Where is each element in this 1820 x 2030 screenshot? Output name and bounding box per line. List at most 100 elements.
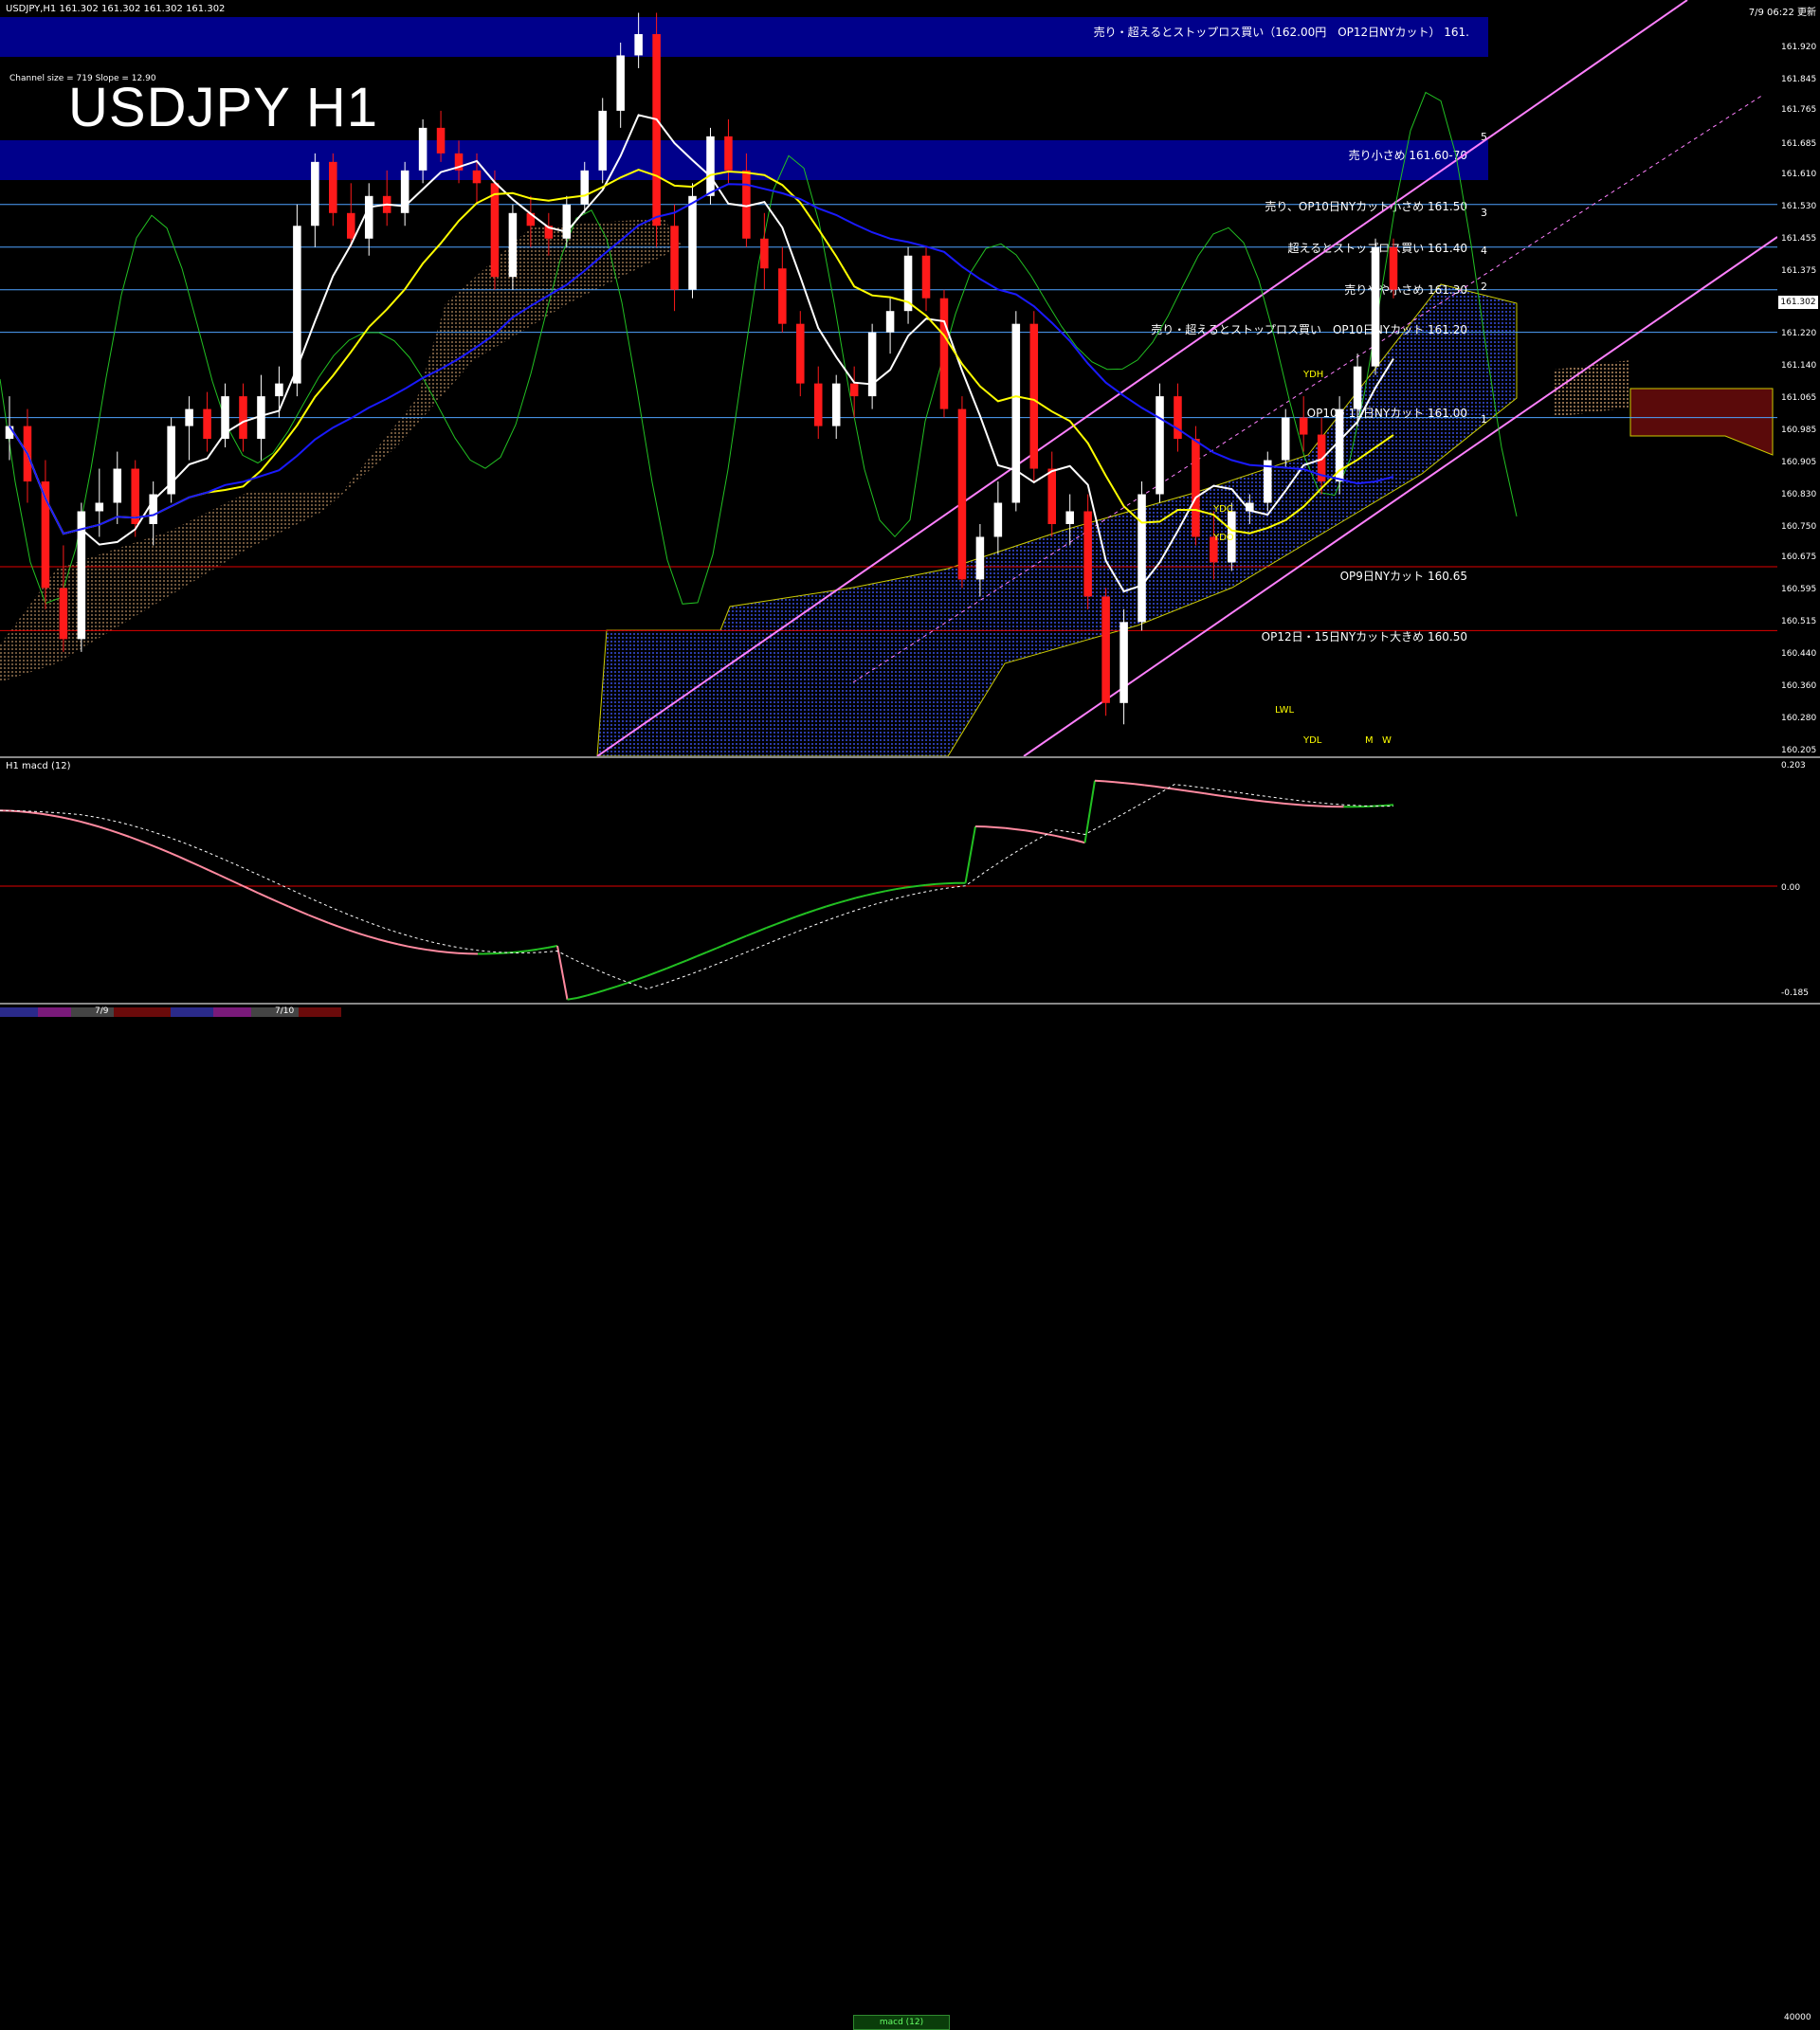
price-tick-label: 160.830	[1781, 490, 1816, 499]
macd-line-segment	[787, 916, 797, 920]
candle-body	[96, 503, 104, 512]
candle-body	[437, 128, 446, 154]
macd-line-segment	[130, 837, 140, 841]
macd-line-segment	[807, 910, 817, 914]
macd-line-segment	[170, 853, 180, 858]
macd-line-segment	[886, 889, 897, 891]
macd-line-segment	[827, 903, 837, 906]
candle-body	[958, 409, 967, 580]
candle-body	[652, 34, 661, 226]
macd-line-segment	[588, 992, 598, 995]
macd-axis-svg: 0.2030.00-0.185	[1777, 758, 1820, 1003]
candle-body	[778, 268, 787, 323]
macd-line-segment	[518, 951, 528, 952]
macd-line-segment	[1155, 787, 1165, 788]
macd-line-segment	[727, 940, 737, 944]
macd-line-segment	[119, 833, 130, 837]
macd-line-segment	[209, 870, 220, 875]
macd-line-segment	[637, 976, 647, 980]
candle-body	[580, 171, 589, 205]
candle-body	[1282, 418, 1290, 461]
date-label-2: 7/10	[275, 1006, 294, 1016]
candle-body	[1047, 469, 1056, 524]
macd-line-segment	[139, 841, 150, 844]
macd-line-segment	[836, 900, 846, 903]
macd-line-segment	[329, 923, 339, 927]
macd-line-segment	[60, 817, 70, 819]
macd-line-segment	[876, 891, 886, 893]
macd-line-segment	[846, 897, 857, 900]
macd-line-segment	[597, 989, 608, 992]
candle-body	[131, 469, 139, 524]
symbol-header: USDJPY,H1 161.302 161.302 161.302 161.30…	[6, 4, 225, 14]
macd-line-segment	[1065, 838, 1076, 840]
macd-line-segment	[528, 950, 538, 952]
update-timestamp: 7/9 06:22 更新	[1749, 4, 1816, 18]
macd-line-segment	[70, 819, 81, 822]
macd-line-segment	[369, 936, 379, 939]
macd-line-segment	[966, 826, 976, 883]
macd-line-segment	[856, 896, 866, 898]
macd-line-segment	[159, 848, 170, 852]
macd-line-segment	[318, 919, 329, 923]
macd-indicator-label: H1 macd (12)	[6, 761, 70, 771]
macd-line-segment	[378, 939, 389, 942]
macd-line-segment	[428, 950, 439, 951]
price-tick-label: 160.595	[1781, 585, 1816, 594]
macd-chart-svg	[0, 758, 1777, 1003]
level-label: 売り・超えるとストップロス買い（162.00円 OP12日NYカット） 161.	[1094, 25, 1469, 39]
macd-line-segment	[737, 936, 747, 940]
macd-line-segment	[199, 866, 209, 871]
macd-line-segment	[1145, 786, 1156, 787]
candle-body	[994, 503, 1003, 537]
candle-body	[634, 34, 643, 55]
price-tick-label: 161.530	[1781, 202, 1816, 211]
price-tick-label: 160.675	[1781, 553, 1816, 562]
candle-body	[329, 162, 337, 213]
macd-line-segment	[338, 927, 349, 931]
macd-line-segment	[358, 933, 369, 936]
macd-line-segment	[767, 924, 777, 928]
reference-label: YDL	[1302, 735, 1322, 746]
candle-body	[832, 384, 841, 426]
macd-line-segment	[995, 827, 1006, 828]
channel-upper-line	[597, 0, 1687, 756]
price-tick-label: 160.985	[1781, 426, 1816, 435]
macd-line-segment	[717, 944, 727, 948]
macd-line-segment	[1095, 781, 1105, 782]
date-segment	[171, 1007, 213, 1017]
macd-line-segment	[448, 952, 459, 953]
candle-body	[1101, 596, 1110, 702]
candle-body	[1354, 367, 1362, 409]
macd-line-segment	[349, 930, 359, 933]
candle-body	[6, 426, 14, 439]
macd-axis[interactable]: 0.2030.00-0.185	[1777, 758, 1820, 1003]
macd-line-segment	[229, 879, 240, 884]
macd-tick-label: 0.203	[1781, 761, 1806, 770]
macd-line-segment	[1026, 830, 1036, 832]
date-segment	[114, 1007, 171, 1017]
price-tick-label: 161.920	[1781, 43, 1816, 52]
macd-line-segment	[289, 907, 300, 912]
candle-body	[1372, 247, 1380, 367]
timeline-strip[interactable]: 7/9 7/10 macd (12) 40000	[0, 1005, 1820, 1024]
macd-line-segment	[707, 949, 718, 952]
price-tick-label: 160.280	[1781, 714, 1816, 723]
macd-line-segment	[389, 942, 399, 945]
macd-line-segment	[409, 947, 419, 949]
candle-body	[1192, 439, 1200, 536]
macd-line-segment	[946, 883, 956, 884]
price-axis[interactable]: 161.920161.845161.765161.685161.610161.5…	[1777, 0, 1820, 756]
ichimoku-cloud-future-red	[1630, 389, 1773, 455]
candle-body	[239, 396, 247, 439]
macd-line-segment	[1294, 805, 1304, 806]
macd-line-segment	[458, 953, 468, 954]
macd-tab[interactable]: macd (12)	[853, 2015, 950, 2030]
price-tick-label: 160.440	[1781, 649, 1816, 659]
macd-line-segment	[179, 857, 190, 861]
macd-panel[interactable]	[0, 758, 1777, 1003]
macd-line-segment	[936, 883, 946, 884]
level-label: 売り、OP10日NYカット小さめ 161.50	[1265, 199, 1467, 213]
volume-label: 40000	[1784, 2013, 1811, 2022]
macd-line-segment	[309, 915, 319, 919]
